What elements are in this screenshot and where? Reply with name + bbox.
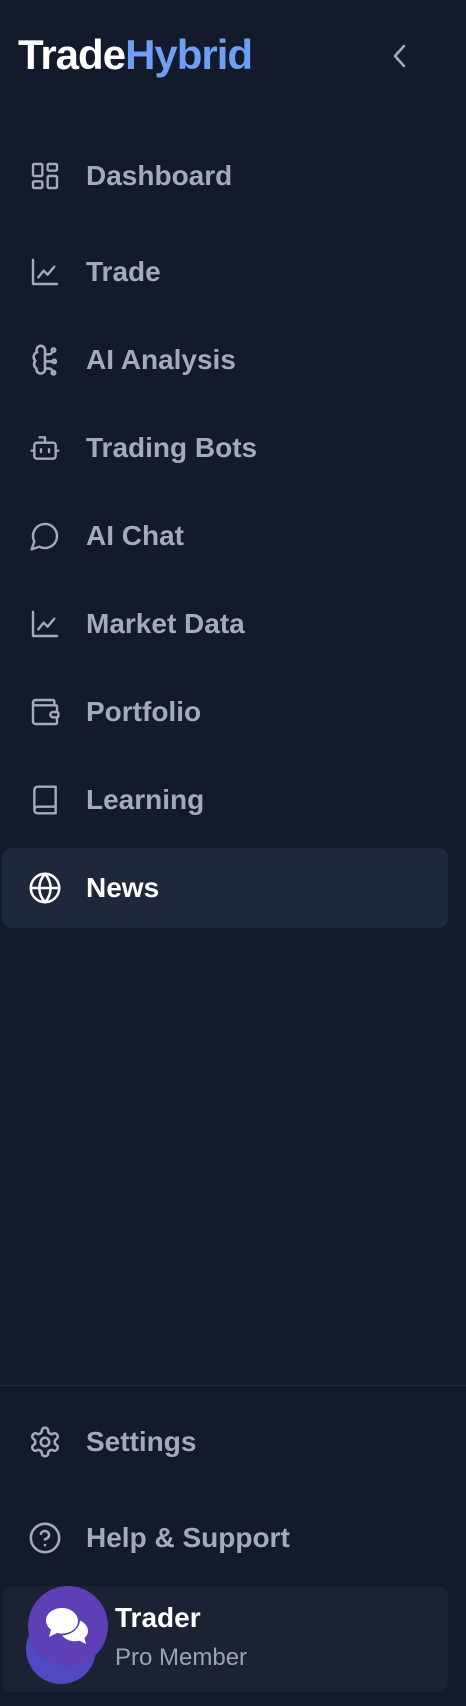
line-chart-icon <box>26 605 64 643</box>
nav-label-settings: Settings <box>86 1426 197 1457</box>
profile-name: Trader <box>115 1602 201 1633</box>
sidebar-divider <box>0 1385 466 1386</box>
nav-item-dashboard[interactable]: Dashboard <box>2 136 448 216</box>
app-logo[interactable]: TradeHybrid <box>18 31 253 78</box>
chat-bubbles-avatar[interactable] <box>28 1586 108 1666</box>
nav-label-help-support: Help & Support <box>86 1522 290 1553</box>
dashboard-grid-icon <box>26 157 64 195</box>
nav-label-ai-chat: AI Chat <box>86 520 184 551</box>
help-circle-icon <box>26 1519 64 1557</box>
nav-item-ai-chat[interactable]: AI Chat <box>2 496 448 576</box>
nav-item-ai-analysis[interactable]: AI Analysis <box>2 320 448 400</box>
profile-role: Pro Member <box>115 1644 248 1671</box>
nav-item-learning[interactable]: Learning <box>2 760 448 840</box>
nav-label-market-data: Market Data <box>86 608 245 639</box>
nav-label-dashboard: Dashboard <box>86 160 233 191</box>
message-circle-icon <box>26 517 64 555</box>
gear-icon <box>26 1423 64 1461</box>
nav-label-portfolio: Portfolio <box>86 696 202 727</box>
nav-item-market-data[interactable]: Market Data <box>2 584 448 664</box>
nav-item-settings[interactable]: Settings <box>2 1402 448 1482</box>
nav-item-trading-bots[interactable]: Trading Bots <box>2 408 448 488</box>
bot-icon <box>26 429 64 467</box>
user-profile-card[interactable]: Trader Pro Member <box>2 1586 448 1692</box>
nav-item-portfolio[interactable]: Portfolio <box>2 672 448 752</box>
wallet-icon <box>26 693 64 731</box>
chevron-left-icon <box>390 42 410 70</box>
nav-label-learning: Learning <box>86 784 205 815</box>
nav-item-trade[interactable]: Trade <box>2 232 448 312</box>
nav-label-news: News <box>86 872 160 903</box>
brain-circuit-icon <box>26 341 64 379</box>
logo-part-trade: Trade <box>18 31 126 78</box>
nav-label-ai-analysis: AI Analysis <box>86 344 236 375</box>
nav-label-trading-bots: Trading Bots <box>86 432 258 463</box>
globe-icon <box>26 869 64 907</box>
line-chart-icon <box>26 253 64 291</box>
nav-label-trade: Trade <box>86 256 161 287</box>
nav-item-help-support[interactable]: Help & Support <box>2 1498 448 1578</box>
book-icon <box>26 781 64 819</box>
collapse-sidebar-button[interactable] <box>384 36 416 76</box>
nav-item-news[interactable]: News <box>2 848 448 928</box>
logo-part-hybrid: Hybrid <box>125 31 253 78</box>
chat-bubbles-icon <box>42 1604 94 1648</box>
